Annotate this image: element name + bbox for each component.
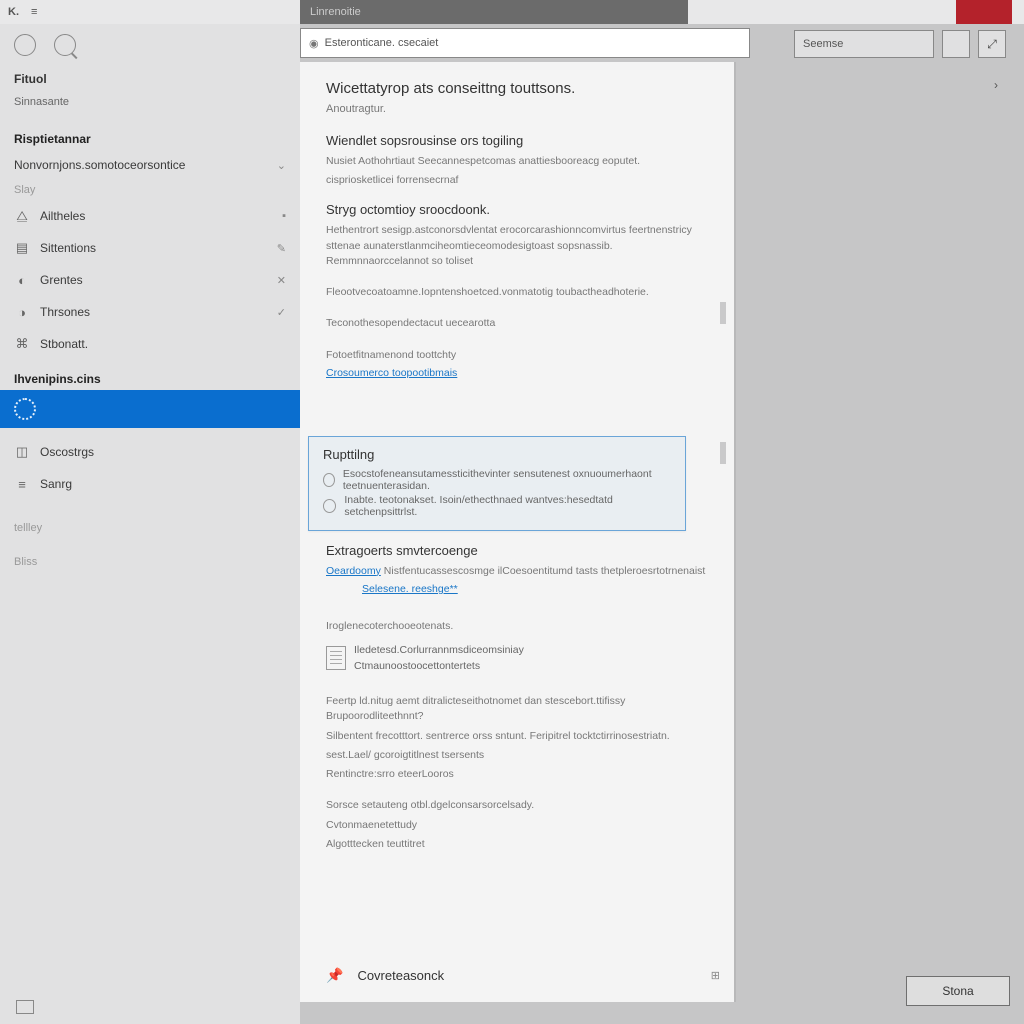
sidebar-item2-1-icon: ≡ [14, 476, 30, 492]
stone-button-label: Stona [942, 984, 973, 998]
para-3: Hethentrort sesigp.astconorsdvlentat ero… [326, 223, 708, 269]
sidebar-item2-0[interactable]: ◫ Oscostrgs [0, 436, 300, 468]
callout-row-1: Esocstofeneansutamessticithevinter sensu… [343, 468, 671, 492]
para-13: Cvtonmaenetettudy [326, 818, 708, 833]
expand-icon: ⤢ [987, 37, 997, 52]
back-button[interactable]: K. [8, 6, 19, 18]
page-subtitle: Anoutragtur. [326, 103, 708, 115]
para-11: Rentinctre:srro eteerLooros [326, 767, 708, 782]
address-bar[interactable]: ◉ Esteronticane. csecaiet [300, 28, 750, 58]
sidebar-item2-0-label: Oscostrgs [40, 445, 94, 459]
close-button[interactable] [956, 0, 1012, 24]
sidebar-item2-1-label: Sanrg [40, 477, 72, 491]
sidebar-item-1-label: Sittentions [40, 241, 96, 255]
sidebar-item-2-label: Grentes [40, 273, 83, 287]
page-title: Wicettatyrop ats conseittng touttsons. [326, 80, 708, 97]
search-icon[interactable] [54, 34, 76, 56]
section-heading-3: Extragoerts smvtercoenge [326, 543, 708, 558]
sidebar-expand-label: Nonvornjons.somotoceorsontice [14, 158, 185, 172]
sidebar-head-1: Risptietannar [0, 120, 300, 150]
sidebar-item-3-label: Thrsones [40, 305, 90, 319]
sidebar-item-0-icon: ⧋ [14, 208, 30, 224]
para-14: Algotttecken teuttitret [326, 837, 708, 852]
gutter-marker-1[interactable] [720, 302, 726, 324]
para-10: sest.Lael/ gcoroigtitlnest tsersents [326, 748, 708, 763]
sidebar-item-0-chev: ▪ [282, 210, 286, 222]
sidebar-item-4[interactable]: ⌘ Stbonatt. [0, 328, 300, 360]
sidebar-item-2-chev: ✕ [277, 274, 286, 287]
search-placeholder: Seemse [803, 38, 843, 50]
callout-row-2: Inabte. teotonakset. Isoin/ethecthnaed w… [344, 494, 671, 518]
section-heading-2: Stryg octomtioy sroocdoonk. [326, 202, 708, 217]
mini-button-1[interactable] [942, 30, 970, 58]
search-cluster: Seemse ⤢ [794, 30, 1006, 58]
doc-line-2: Ctmaunoostoocettontertets [354, 660, 524, 672]
address-text: Esteronticane. csecaiet [325, 37, 439, 49]
para-6: Fotoetfitnamenond toottchty [326, 348, 708, 363]
sidebar: Fituol Sinnasante Risptietannar Nonvornj… [0, 24, 300, 1024]
chevron-right-icon[interactable]: › [994, 78, 998, 92]
sidebar-item-0[interactable]: ⧋ Ailtheles ▪ [0, 200, 300, 232]
sidebar-item-0-label: Ailtheles [40, 209, 85, 223]
sidebar-item-4-label: Stbonatt. [40, 337, 88, 351]
para-4: Fleootvecoatoamne.Iopntenshoetced.vonmat… [326, 285, 708, 300]
callout-icon-1 [323, 473, 335, 487]
sidebar-item-2-icon: ◐ [14, 272, 30, 288]
para-1: Nusiet Aothohrtiaut Seecannespetcomas an… [326, 154, 708, 169]
chevron-down-icon: ⌄ [277, 159, 286, 172]
stone-button[interactable]: Stona [906, 976, 1010, 1006]
para-12: Sorsce setauteng otbl.dgelconsarsorcelsa… [326, 798, 708, 813]
para-2: cispriosketlicei forrensecrnaf [326, 173, 708, 188]
link-2b[interactable]: Selesene. reeshge** [362, 583, 458, 595]
pin-icon[interactable]: 📌 [326, 967, 343, 984]
sidebar-item-3-icon: ◑ [14, 304, 30, 320]
callout-icon-2 [323, 499, 336, 513]
sidebar-muted-2[interactable]: Bliss [0, 552, 300, 572]
sidebar-section-label: Slay [0, 180, 300, 200]
search-input[interactable]: Seemse [794, 30, 934, 58]
section-heading-1: Wiendlet sopsrousinse ors togiling [326, 133, 708, 148]
sidebar-item2-0-icon: ◫ [14, 444, 30, 460]
footer-right-icon[interactable]: ⊞ [711, 969, 720, 982]
sidebar-item-1-icon: ▤ [14, 240, 30, 256]
window-tab[interactable]: Linrenoitie [300, 0, 688, 24]
lock-icon: ◉ [309, 37, 319, 50]
sidebar-item-3-chev: ✓ [277, 306, 286, 319]
link-2a[interactable]: Oeardoomy [326, 565, 381, 577]
sidebar-footer-icon[interactable] [16, 1000, 34, 1014]
callout-box: Rupttilng Esocstofeneansutamessticithevi… [308, 436, 686, 531]
link-1[interactable]: Crosoumerco toopootibmais [326, 367, 457, 379]
sidebar-cat-2[interactable]: Sinnasante [0, 92, 300, 112]
document-icon [326, 646, 346, 670]
sidebar-item-4-icon: ⌘ [14, 336, 30, 352]
sidebar-active-icon [14, 398, 36, 420]
link-2-rest: Nistfentucassescosmge ilCoesoentitumd ta… [384, 565, 706, 577]
sidebar-item-1-chev: ✎ [277, 242, 286, 255]
sidebar-item-active[interactable] [0, 390, 300, 428]
sidebar-item2-1[interactable]: ≡ Sanrg [0, 468, 300, 500]
gutter-marker-2[interactable] [720, 442, 726, 464]
window-tab-label: Linrenoitie [310, 6, 361, 18]
sidebar-item-2[interactable]: ◐ Grentes ✕ [0, 264, 300, 296]
para-8: Feertp ld.nitug aemt ditralicteseithotno… [326, 694, 708, 724]
menu-icon[interactable]: ≡ [31, 6, 37, 18]
footer-text: Covreteasonck [357, 968, 444, 983]
para-7: Iroglenecoterchooeotenats. [326, 619, 708, 634]
para-9: Silbentent frecotttort. sentrerce orss s… [326, 729, 708, 744]
sidebar-item-3[interactable]: ◑ Thrsones ✓ [0, 296, 300, 328]
sidebar-expand-row[interactable]: Nonvornjons.somotoceorsontice ⌄ [0, 150, 300, 180]
sidebar-head-2: Ihvenipins.cins [0, 360, 300, 390]
profile-icon[interactable] [14, 34, 36, 56]
sidebar-item-1[interactable]: ▤ Sittentions ✎ [0, 232, 300, 264]
doc-line-1: Iledetesd.Corlurrannmsdiceomsiniay [354, 644, 524, 656]
sidebar-cat-1[interactable]: Fituol [0, 66, 300, 92]
content-panel: Wicettatyrop ats conseittng touttsons. A… [300, 62, 736, 1002]
sidebar-muted-1[interactable]: tellley [0, 518, 300, 538]
callout-title: Rupttilng [323, 447, 671, 462]
panel-footer: 📌 Covreteasonck [326, 967, 708, 984]
para-5: Teconothesopendectacut uecearotta [326, 316, 708, 331]
mini-button-2[interactable]: ⤢ [978, 30, 1006, 58]
